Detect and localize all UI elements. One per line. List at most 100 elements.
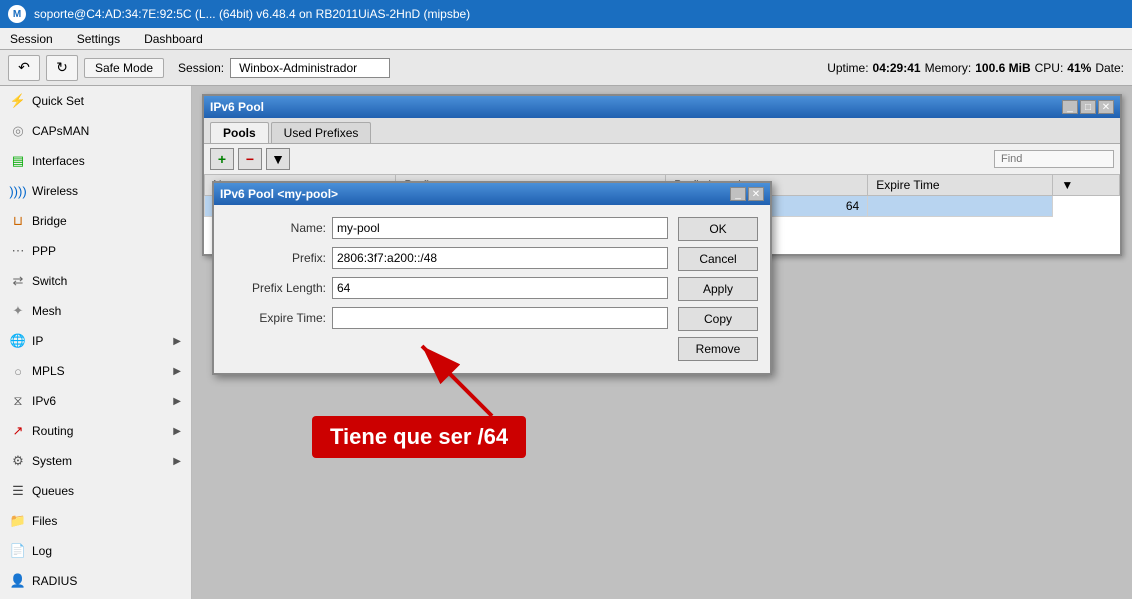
sidebar-item-label-routing: Routing: [32, 424, 73, 438]
back-button[interactable]: ↶: [8, 55, 40, 81]
sidebar-item-ip[interactable]: 🌐 IP ▶: [0, 326, 191, 356]
dialog-body: Name: Prefix: Prefix Length: Expire Time…: [214, 205, 770, 373]
sidebar-item-radius[interactable]: 👤RADIUS: [0, 566, 191, 596]
uptime-label: Uptime:: [827, 61, 868, 75]
ipv6-pool-title-bar: IPv6 Pool _ □ ✕: [204, 96, 1120, 118]
sidebar-item-label-ipv6: IPv6: [32, 394, 56, 408]
refresh-button[interactable]: ↻: [46, 55, 78, 81]
sidebar-item-label-quick-set: Quick Set: [32, 94, 84, 108]
ipv6-pool-title: IPv6 Pool: [210, 100, 264, 114]
name-label: Name:: [226, 221, 326, 235]
cpu-label: CPU:: [1035, 61, 1064, 75]
uptime-value: 04:29:41: [873, 61, 921, 75]
dialog-buttons: OK Cancel Apply Copy Remove: [678, 217, 758, 361]
switch-icon: ⇄: [10, 273, 26, 289]
sidebar-item-routing[interactable]: ↗ Routing ▶: [0, 416, 191, 446]
queues-icon: ☰: [10, 483, 26, 499]
ip-icon: 🌐: [10, 333, 26, 349]
close-button[interactable]: ✕: [1098, 100, 1114, 114]
annotation-box: Tiene que ser /64: [312, 416, 526, 458]
dialog-close-button[interactable]: ✕: [748, 187, 764, 201]
mpls-arrow-icon: ▶: [173, 366, 181, 377]
memory-label: Memory:: [925, 61, 972, 75]
sidebar-item-label-system: System: [32, 454, 72, 468]
menu-session[interactable]: Session: [4, 30, 59, 48]
app-logo: M: [8, 5, 26, 23]
dialog-window-controls: _ ✕: [730, 187, 764, 201]
sidebar-item-mpls[interactable]: ○MPLS▶: [0, 356, 191, 386]
quick-set-icon: ⚡: [10, 93, 26, 109]
ppp-icon: ⋯: [10, 243, 26, 259]
remove-button[interactable]: −: [238, 148, 262, 170]
sidebar-item-files[interactable]: 📁Files: [0, 506, 191, 536]
cpu-value: 41%: [1067, 61, 1091, 75]
expire-time-label: Expire Time:: [226, 311, 326, 325]
sidebar-item-switch[interactable]: ⇄ Switch: [0, 266, 191, 296]
field-row-prefix-length: Prefix Length:: [226, 277, 668, 299]
sidebar-item-ppp[interactable]: ⋯ PPP: [0, 236, 191, 266]
menu-settings[interactable]: Settings: [71, 30, 126, 48]
sidebar-item-ipv6[interactable]: ⧖ IPv6 ▶: [0, 386, 191, 416]
minimize-button[interactable]: _: [1062, 100, 1078, 114]
prefix-length-label: Prefix Length:: [226, 281, 326, 295]
tab-bar: Pools Used Prefixes: [204, 118, 1120, 144]
expire-time-input[interactable]: [332, 307, 668, 329]
cell-expire-time: [868, 196, 1053, 217]
pool-dialog-title-bar: IPv6 Pool <my-pool> _ ✕: [214, 183, 770, 205]
prefix-input[interactable]: [332, 247, 668, 269]
sidebar-item-log[interactable]: 📄Log: [0, 536, 191, 566]
sidebar-item-label-bridge: Bridge: [32, 214, 67, 228]
sidebar-item-mesh[interactable]: ✦Mesh: [0, 296, 191, 326]
prefix-length-input[interactable]: [332, 277, 668, 299]
sidebar-item-label-ip: IP: [32, 334, 43, 348]
menu-dashboard[interactable]: Dashboard: [138, 30, 209, 48]
bridge-icon: ⊔: [10, 213, 26, 229]
sidebar-item-label-wireless: Wireless: [32, 184, 78, 198]
sidebar-item-capsman[interactable]: ◎ CAPsMAN: [0, 116, 191, 146]
sidebar-item-queues[interactable]: ☰ Queues: [0, 476, 191, 506]
routing-icon: ↗: [10, 423, 26, 439]
name-input[interactable]: [332, 217, 668, 239]
toolbar-stats: Uptime: 04:29:41 Memory: 100.6 MiB CPU: …: [827, 61, 1124, 75]
capsman-icon: ◎: [10, 123, 26, 139]
maximize-button[interactable]: □: [1080, 100, 1096, 114]
sidebar: ⚡ Quick Set ◎ CAPsMAN ▤Interfaces)))) Wireles…: [0, 86, 192, 599]
col-expand[interactable]: ▼: [1053, 175, 1120, 196]
sidebar-item-interfaces[interactable]: ▤Interfaces: [0, 146, 191, 176]
ip-arrow-icon: ▶: [173, 336, 181, 347]
sidebar-item-quick-set[interactable]: ⚡ Quick Set: [0, 86, 191, 116]
safe-mode-button[interactable]: Safe Mode: [84, 58, 164, 78]
system-icon: ⚙: [10, 453, 26, 469]
routing-arrow-icon: ▶: [173, 426, 181, 437]
ok-button[interactable]: OK: [678, 217, 758, 241]
tab-pools[interactable]: Pools: [210, 122, 269, 143]
content-area: IPv6 Pool _ □ ✕ Pools Used Prefixes + − …: [192, 86, 1132, 599]
sidebar-item-label-capsman: CAPsMAN: [32, 124, 89, 138]
dialog-minimize-button[interactable]: _: [730, 187, 746, 201]
files-icon: 📁: [10, 513, 26, 529]
remove-button[interactable]: Remove: [678, 337, 758, 361]
field-row-name: Name:: [226, 217, 668, 239]
copy-button[interactable]: Copy: [678, 307, 758, 331]
sidebar-item-bridge[interactable]: ⊔ Bridge: [0, 206, 191, 236]
col-expire-time: Expire Time: [868, 175, 1053, 196]
cancel-button[interactable]: Cancel: [678, 247, 758, 271]
wireless-icon: )))): [10, 183, 26, 199]
ipv6-arrow-icon: ▶: [173, 396, 181, 407]
prefix-label: Prefix:: [226, 251, 326, 265]
tab-used-prefixes[interactable]: Used Prefixes: [271, 122, 372, 143]
menu-bar: Session Settings Dashboard: [0, 28, 1132, 50]
apply-button[interactable]: Apply: [678, 277, 758, 301]
sidebar-item-label-radius: RADIUS: [32, 574, 77, 588]
field-row-expire-time: Expire Time:: [226, 307, 668, 329]
find-input[interactable]: [994, 150, 1114, 168]
sidebar-item-label-queues: Queues: [32, 484, 74, 498]
sidebar-item-wireless[interactable]: )))) Wireless: [0, 176, 191, 206]
sidebar-item-label-switch: Switch: [32, 274, 67, 288]
filter-button[interactable]: ▼: [266, 148, 290, 170]
sidebar-item-label-ppp: PPP: [32, 244, 56, 258]
interfaces-icon: ▤: [10, 153, 26, 169]
sidebar-item-system[interactable]: ⚙System▶: [0, 446, 191, 476]
ipv6-icon: ⧖: [10, 393, 26, 409]
add-button[interactable]: +: [210, 148, 234, 170]
